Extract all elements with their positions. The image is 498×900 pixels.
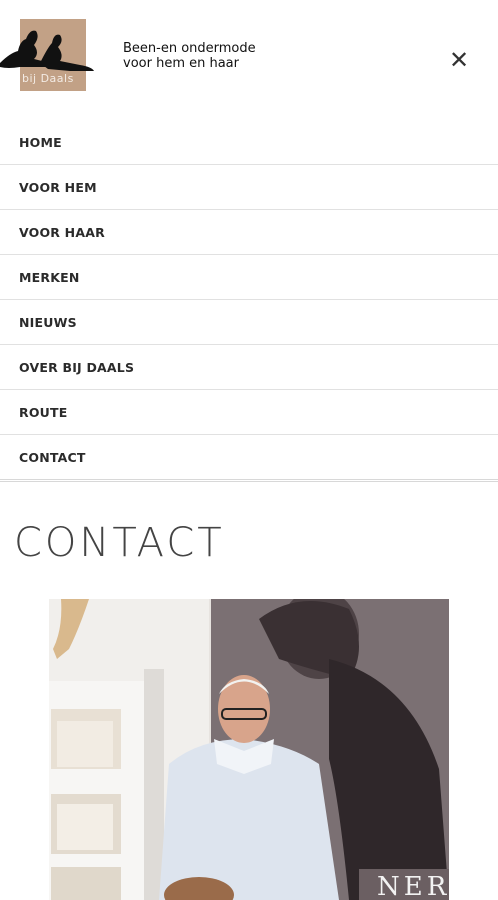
page-title: CONTACT xyxy=(14,520,225,566)
menu-item-over-bij-daals[interactable]: OVER BIJ DAALS xyxy=(0,345,498,390)
menu-item-voor-haar[interactable]: VOOR HAAR xyxy=(0,210,498,255)
close-menu-button[interactable]: ✕ xyxy=(448,46,470,74)
logo[interactable]: bij Daals xyxy=(0,19,94,91)
menu-item-home[interactable]: HOME xyxy=(0,120,498,165)
menu-item-label: VOOR HEM xyxy=(19,179,97,195)
menu-item-label: VOOR HAAR xyxy=(19,224,105,240)
menu-item-merken[interactable]: MERKEN xyxy=(0,255,498,300)
menu-item-label: HOME xyxy=(19,134,62,150)
menu-item-label: NIEUWS xyxy=(19,314,77,330)
menu-item-label: CONTACT xyxy=(19,449,86,465)
logo-text: bij Daals xyxy=(22,72,74,85)
menu-item-label: ROUTE xyxy=(19,404,68,420)
tagline: Been-en ondermode voor hem en haar xyxy=(123,41,256,71)
menu-item-route[interactable]: ROUTE xyxy=(0,390,498,435)
menu-item-nieuws[interactable]: NIEUWS xyxy=(0,300,498,345)
tagline-line-2: voor hem en haar xyxy=(123,56,239,71)
shop-photo-image: NERT xyxy=(49,599,449,900)
menu-item-voor-hem[interactable]: VOOR HEM xyxy=(0,165,498,210)
menu-item-contact[interactable]: CONTACT xyxy=(0,435,498,482)
main-menu: HOME VOOR HEM VOOR HAAR MERKEN NIEUWS OV… xyxy=(0,120,498,482)
menu-item-label: OVER BIJ DAALS xyxy=(19,359,135,375)
contact-photo: NERT xyxy=(49,599,449,900)
close-icon: ✕ xyxy=(448,46,470,74)
site-header: bij Daals Been-en ondermode voor hem en … xyxy=(0,0,498,120)
menu-item-label: MERKEN xyxy=(19,269,80,285)
tagline-line-1: Been-en ondermode xyxy=(123,41,256,56)
poster-text: NERT xyxy=(377,872,449,900)
